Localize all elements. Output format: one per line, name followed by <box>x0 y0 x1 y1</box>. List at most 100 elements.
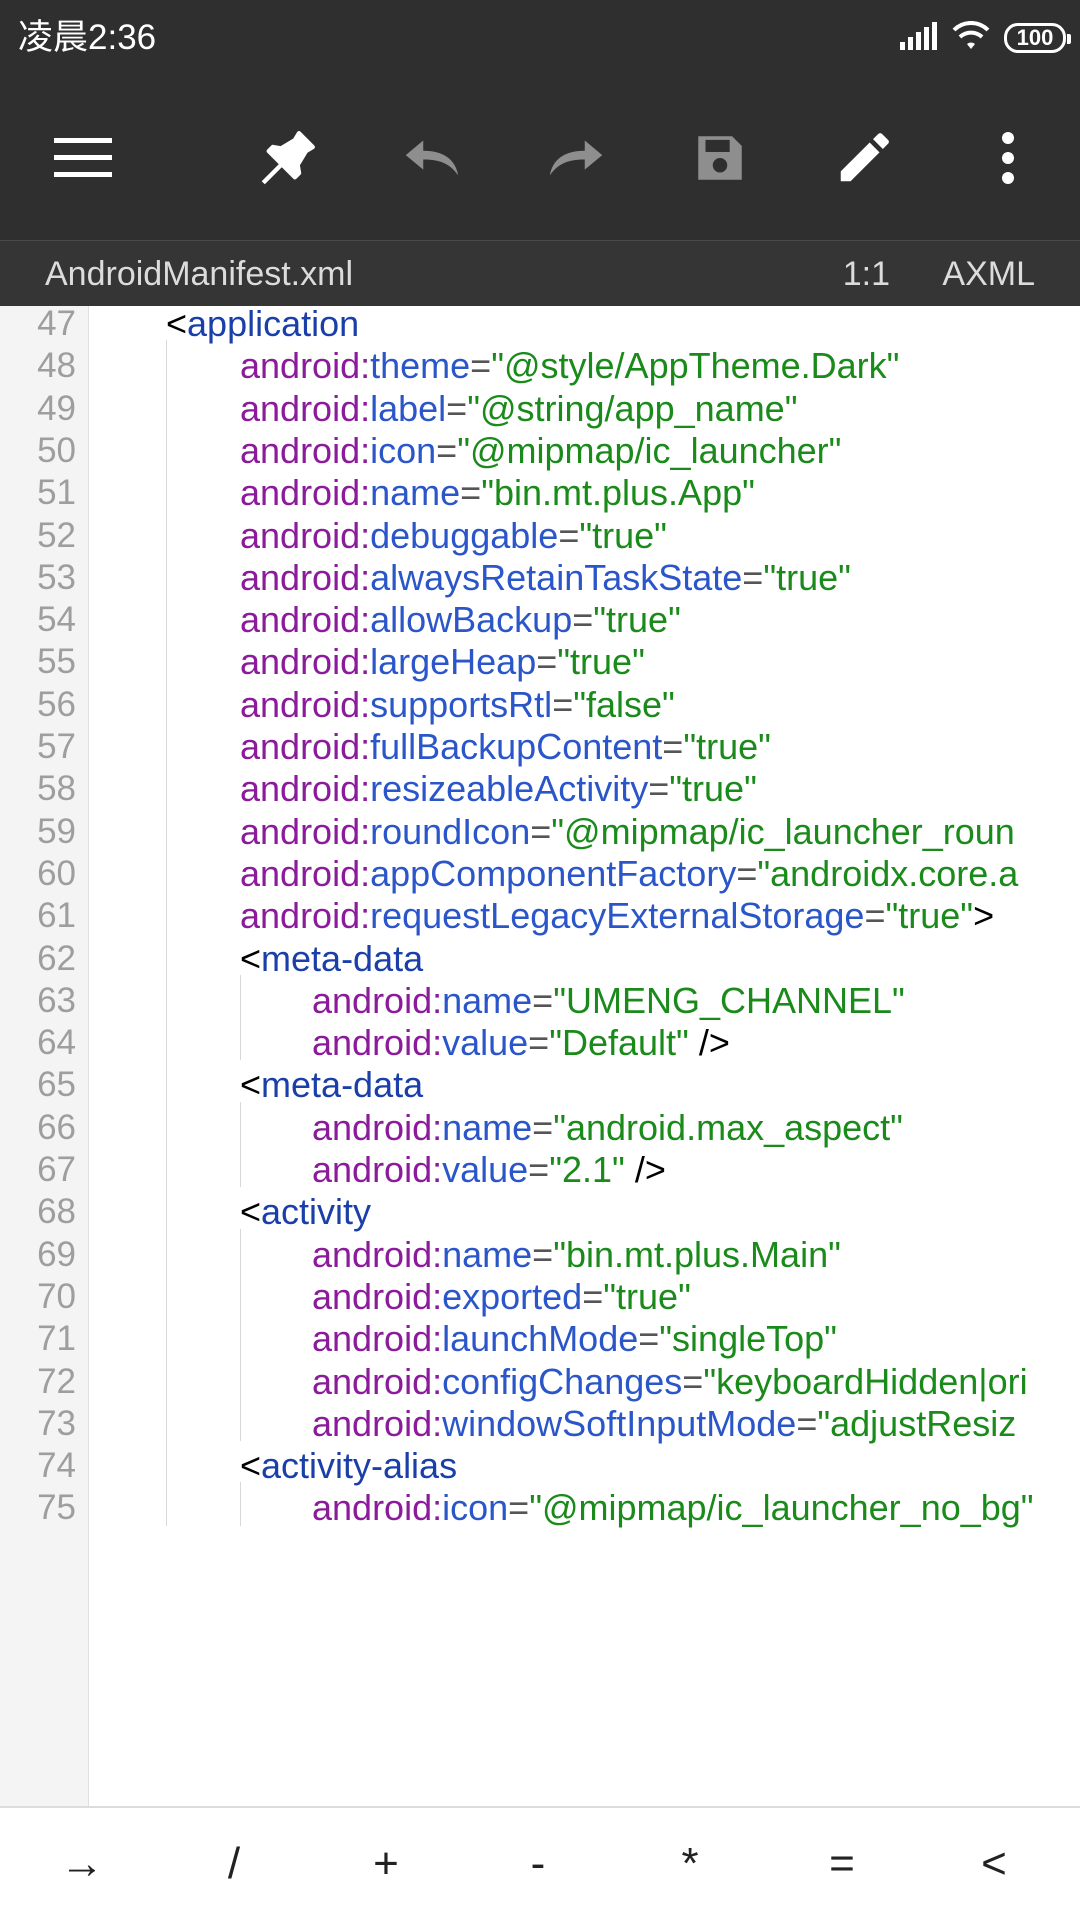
token-eq: = <box>436 429 458 471</box>
token-ns: android: <box>312 1275 443 1317</box>
token-eq: = <box>530 810 552 852</box>
token-eq: = <box>532 1233 554 1275</box>
token-tag: meta-data <box>261 937 424 979</box>
token-val: "bin.mt.plus.App" <box>481 472 755 514</box>
key-equals[interactable]: = <box>787 1822 897 1906</box>
token-attr: name <box>442 1106 533 1148</box>
token-attr: theme <box>370 345 471 387</box>
indent-guide <box>166 467 167 511</box>
token-val: "Default" <box>549 1022 689 1064</box>
indent-guide <box>166 721 167 765</box>
token-eq: = <box>572 599 594 641</box>
more-icon[interactable] <box>966 116 1050 200</box>
token-br: < <box>240 1064 262 1106</box>
token-val: "adjustResiz <box>817 1402 1017 1444</box>
token-attr: alwaysRetainTaskState <box>370 556 743 598</box>
token-ns: android: <box>240 387 371 429</box>
token-attr: largeHeap <box>370 641 537 683</box>
token-tag: activity-alias <box>261 1445 458 1487</box>
token-attr: configChanges <box>442 1360 683 1402</box>
token-attr: debuggable <box>370 514 559 556</box>
token-ns: android: <box>312 1149 443 1190</box>
token-eq: = <box>558 514 580 556</box>
token-ns: android: <box>312 1487 443 1529</box>
indent-guide <box>166 1017 167 1061</box>
token-tag: activity <box>261 1191 372 1233</box>
token-eq: = <box>508 1487 530 1529</box>
token-br: /> <box>688 1022 730 1064</box>
indent-guide <box>166 1228 167 1272</box>
redo-icon[interactable] <box>534 116 618 200</box>
token-attr: launchMode <box>442 1318 639 1360</box>
token-eq: = <box>796 1402 818 1444</box>
file-type[interactable]: AXML <box>942 255 1035 294</box>
indent-guide <box>166 847 167 892</box>
token-ns: android: <box>312 979 443 1021</box>
token-attr: label <box>370 387 447 429</box>
token-eq: = <box>662 726 684 767</box>
pin-icon[interactable] <box>246 116 330 200</box>
token-val: "keyboardHidden|ori <box>703 1360 1028 1402</box>
token-eq: = <box>528 1149 550 1190</box>
wifi-icon <box>952 20 990 56</box>
code-line[interactable]: 75 android:icon="@mipmap/ic_launcher_no_b… <box>0 1482 1080 1534</box>
token-ns: android: <box>240 768 371 810</box>
key-slash[interactable]: / <box>179 1822 289 1906</box>
indent-guide <box>166 1101 167 1145</box>
token-attr: exported <box>442 1275 583 1317</box>
token-val: "true" <box>669 768 757 810</box>
indent-guide <box>166 1313 167 1357</box>
indent-guide <box>166 678 167 722</box>
line-number: 75 <box>37 1488 76 1528</box>
token-val: "true" <box>557 641 645 683</box>
indent-guide <box>166 974 167 1019</box>
indent-guide <box>166 1144 167 1188</box>
token-ns: android: <box>312 1402 443 1444</box>
token-attr: windowSoftInputMode <box>442 1402 797 1444</box>
token-attr: value <box>442 1149 529 1190</box>
menu-icon[interactable] <box>42 116 126 200</box>
key-plus[interactable]: + <box>331 1822 441 1906</box>
token-attr: roundIcon <box>370 810 531 852</box>
code-text: android:icon="@mipmap/ic_launcher_no_bg" <box>312 1482 1034 1534</box>
edit-icon[interactable] <box>822 116 906 200</box>
save-icon[interactable] <box>678 116 762 200</box>
key-arrow[interactable]: → <box>27 1822 137 1906</box>
indent-guide <box>166 636 167 680</box>
token-eq: = <box>470 345 492 387</box>
key-asterisk[interactable]: * <box>635 1822 745 1906</box>
code-editor[interactable]: 47 <application 48 android:theme="@style/Ap… <box>0 306 1080 1806</box>
token-val: "true" <box>579 514 667 556</box>
file-info-bar: AndroidManifest.xml 1:1 AXML <box>0 240 1080 306</box>
token-eq: = <box>532 1106 554 1148</box>
token-attr: fullBackupContent <box>370 726 663 767</box>
toolbar <box>0 76 1080 240</box>
token-attr: icon <box>370 429 437 471</box>
indent-guide <box>240 1228 241 1272</box>
token-br: /> <box>624 1149 666 1190</box>
token-val: "2.1" <box>549 1149 625 1190</box>
indent-guide <box>166 424 167 469</box>
token-eq: = <box>460 472 482 514</box>
token-eq: = <box>532 979 554 1021</box>
signal-icon <box>898 21 938 55</box>
token-ns: android: <box>240 472 371 514</box>
token-ns: android: <box>240 895 371 937</box>
indent-guide <box>166 805 167 849</box>
undo-icon[interactable] <box>390 116 474 200</box>
token-br: < <box>240 1191 262 1233</box>
token-ns: android: <box>312 1360 443 1402</box>
token-val: "@mipmap/ic_launcher_no_bg" <box>529 1487 1034 1529</box>
token-ns: android: <box>240 726 371 767</box>
key-minus[interactable]: - <box>483 1822 593 1906</box>
token-eq: = <box>736 852 758 894</box>
token-ns: android: <box>240 641 371 683</box>
key-less-than[interactable]: < <box>939 1822 1049 1906</box>
token-br: > <box>973 895 995 937</box>
token-ns: android: <box>312 1106 443 1148</box>
token-val: "bin.mt.plus.Main" <box>553 1233 841 1275</box>
indent-guide <box>166 1059 167 1103</box>
indent-guide <box>166 1482 167 1526</box>
indent-guide <box>166 1270 167 1315</box>
token-ns: android: <box>240 345 371 387</box>
